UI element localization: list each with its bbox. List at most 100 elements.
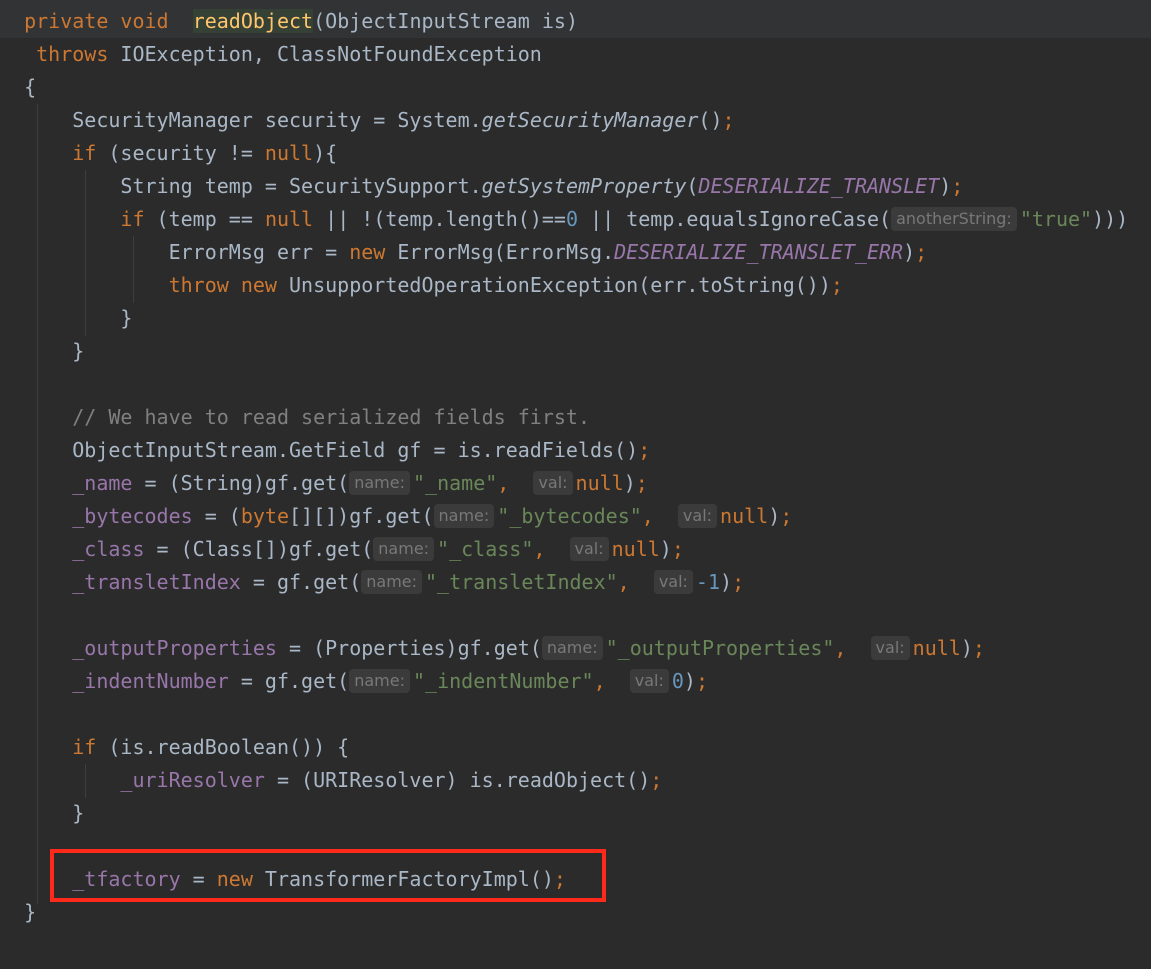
code-line: _uriResolver = (URIResolver) is.readObje… xyxy=(0,764,1151,797)
semicolon: ; xyxy=(780,504,793,528)
semicolon: ; xyxy=(722,108,735,132)
code-text: String temp = SecuritySupport. xyxy=(120,174,482,198)
parameter-hint: name: xyxy=(349,669,410,693)
code-line: } xyxy=(0,302,1151,335)
code-text: ) xyxy=(720,570,733,594)
keyword: null xyxy=(264,141,314,165)
keyword: throw xyxy=(168,273,229,297)
static-call: getSystemProperty xyxy=(481,174,687,198)
semicolon: ; xyxy=(915,240,928,264)
code-text: = (Class[])gf.get( xyxy=(144,537,374,561)
static-call: getSecurityManager xyxy=(481,108,699,132)
semicolon: ; xyxy=(972,636,985,660)
string-literal: "_indentNumber" xyxy=(412,669,594,693)
code-text: = (Properties)gf.get( xyxy=(276,636,542,660)
code-line: if (is.readBoolean()) { xyxy=(0,731,1151,764)
code-line: _outputProperties = (Properties)gf.get(n… xyxy=(0,632,1151,665)
annotation-highlight-box xyxy=(50,849,606,902)
semicolon: ; xyxy=(638,438,651,462)
code-line: SecurityManager security = System.getSec… xyxy=(0,104,1151,137)
keyword: null xyxy=(264,207,314,231)
string-literal: "_transletIndex" xyxy=(425,570,618,594)
code-text: ObjectInputStream.GetField gf = is.readF… xyxy=(72,438,639,462)
keyword: if xyxy=(120,207,145,231)
comma: , xyxy=(533,537,546,561)
parameter-hint: name: xyxy=(361,570,423,594)
constant: DESERIALIZE_TRANSLET xyxy=(698,174,940,198)
keyword: new xyxy=(349,240,386,264)
code-line: // We have to read serialized fields fir… xyxy=(0,401,1151,434)
brace: { xyxy=(24,75,37,99)
code-text: = gf.get( xyxy=(228,669,350,693)
semicolon: ; xyxy=(695,669,708,693)
keyword: if xyxy=(72,141,97,165)
comment: // We have to read serialized fields fir… xyxy=(72,405,591,429)
number: 0 xyxy=(671,669,684,693)
parameter-hint: val: xyxy=(870,636,910,660)
code-line: throw new UnsupportedOperationException(… xyxy=(0,269,1151,302)
comma: , xyxy=(593,669,606,693)
keyword: null xyxy=(720,504,769,528)
code-line: _name = (String)gf.get(name: "_name", val… xyxy=(0,467,1151,500)
field: _uriResolver xyxy=(120,768,265,792)
code-line: if (temp == null || !(temp.length()==0 |… xyxy=(0,203,1151,236)
comma: , xyxy=(641,504,654,528)
code-text: (ObjectInputStream is) xyxy=(313,9,579,33)
semicolon: ; xyxy=(635,471,648,495)
comma: , xyxy=(617,570,630,594)
field: _outputProperties xyxy=(72,636,277,660)
parameter-hint: val: xyxy=(677,504,718,528)
code-text: ErrorMsg err = xyxy=(168,240,350,264)
keyword: throws xyxy=(36,42,109,66)
code-text: () xyxy=(698,108,723,132)
parameter-hint: val: xyxy=(653,570,693,594)
field: _name xyxy=(72,471,133,495)
code-text: SecurityManager security = System. xyxy=(72,108,482,132)
string-literal: "_bytecodes" xyxy=(497,504,642,528)
code-text: (temp == xyxy=(144,207,265,231)
code-text: ){ xyxy=(313,141,338,165)
code-text: [][])gf.get( xyxy=(289,504,434,528)
code-line: _transletIndex = gf.get(name: "_transletI… xyxy=(0,566,1151,599)
code-line: ErrorMsg err = new ErrorMsg(ErrorMsg.DES… xyxy=(0,236,1151,269)
code-text: || temp.equalsIgnoreCase( xyxy=(578,207,892,231)
code-line: } xyxy=(0,335,1151,368)
string-literal: "_class" xyxy=(437,537,534,561)
code-line: String temp = SecuritySupport.getSystemP… xyxy=(0,170,1151,203)
code-text: UnsupportedOperationException(err.toStri… xyxy=(276,273,831,297)
field: _class xyxy=(72,537,145,561)
semicolon: ; xyxy=(671,537,684,561)
parameter-hint: val: xyxy=(569,537,609,561)
code-text: ) xyxy=(768,504,781,528)
code-text: ) xyxy=(659,537,672,561)
field: _transletIndex xyxy=(72,570,241,594)
parameter-hint: anotherString: xyxy=(891,207,1017,231)
code-line: ObjectInputStream.GetField gf = is.readF… xyxy=(0,434,1151,467)
string-literal: "true" xyxy=(1019,207,1093,231)
keyword: byte xyxy=(240,504,290,528)
code-line: if (security != null){ xyxy=(0,137,1151,170)
code-text: ) xyxy=(683,669,696,693)
parameter-hint: name: xyxy=(541,636,603,660)
comma: , xyxy=(497,471,510,495)
field: _indentNumber xyxy=(72,669,229,693)
code-editor[interactable]: private void readObject(ObjectInputStrea… xyxy=(0,0,1151,969)
code-text: ))) xyxy=(1092,207,1129,231)
parameter-hint: val: xyxy=(629,669,669,693)
code-text: ) xyxy=(623,471,636,495)
code-line: private void readObject(ObjectInputStrea… xyxy=(0,5,1151,38)
keyword: if xyxy=(72,735,97,759)
parameter-hint: val: xyxy=(533,471,573,495)
string-literal: "_outputProperties" xyxy=(605,636,835,660)
code-text: ) xyxy=(960,636,973,660)
brace: } xyxy=(24,900,37,924)
code-text: = gf.get( xyxy=(240,570,362,594)
code-line: _indentNumber = gf.get(name: "_indentNumb… xyxy=(0,665,1151,698)
keyword: null xyxy=(575,471,624,495)
number: 0 xyxy=(565,207,579,231)
keyword: new xyxy=(240,273,277,297)
parameter-hint: name: xyxy=(433,504,495,528)
keyword: null xyxy=(611,537,660,561)
code-line: { xyxy=(0,71,1151,104)
string-literal: "_name" xyxy=(412,471,498,495)
